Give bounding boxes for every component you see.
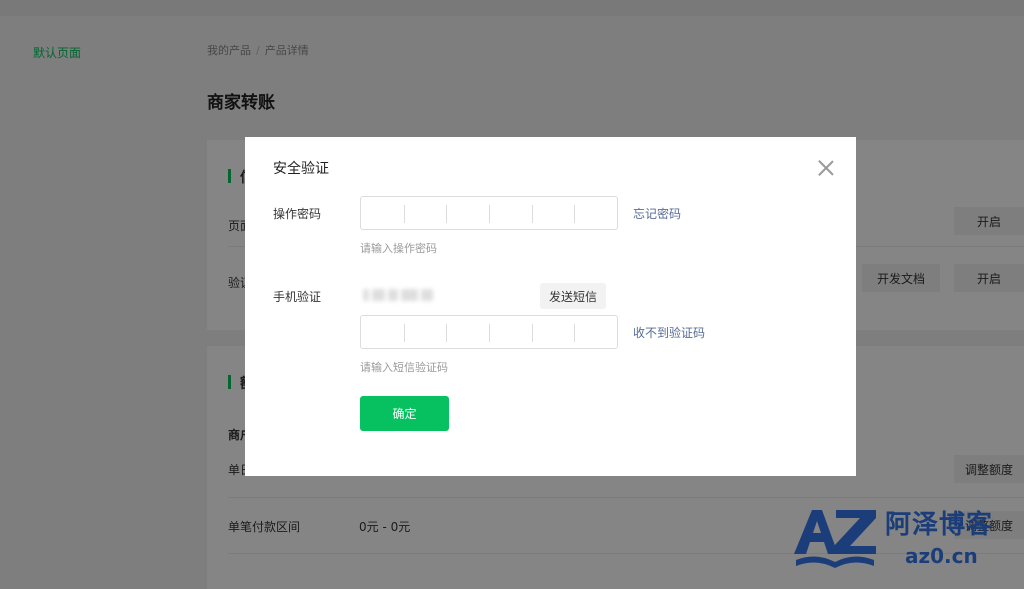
masked-phone-number: [363, 286, 433, 304]
sms-digit[interactable]: [574, 316, 617, 348]
password-digit[interactable]: [403, 197, 447, 229]
password-digit[interactable]: [489, 197, 532, 229]
sms-digit[interactable]: [531, 316, 575, 348]
password-digit[interactable]: [574, 197, 617, 229]
close-icon[interactable]: [815, 157, 837, 179]
sms-digit[interactable]: [361, 316, 404, 348]
forgot-password-link[interactable]: 忘记密码: [633, 205, 681, 222]
confirm-button[interactable]: 确定: [360, 396, 449, 431]
sms-digit[interactable]: [446, 316, 489, 348]
sms-hint: 请输入短信验证码: [360, 361, 448, 374]
no-code-received-link[interactable]: 收不到验证码: [633, 324, 705, 341]
az-logo-icon: [794, 510, 876, 568]
password-hint: 请输入操作密码: [360, 242, 437, 255]
sms-digit[interactable]: [489, 316, 532, 348]
security-verification-dialog: 安全验证 操作密码 忘记密码 请输入操作密码 手机验证 发送短信 收不到验证码 …: [245, 137, 856, 476]
send-sms-button[interactable]: 发送短信: [540, 283, 606, 309]
password-digit[interactable]: [531, 197, 575, 229]
password-digit[interactable]: [361, 197, 404, 229]
password-digit[interactable]: [446, 197, 489, 229]
password-code-input[interactable]: [360, 196, 618, 230]
watermark-domain: az0.cn: [905, 544, 978, 568]
sms-digit[interactable]: [403, 316, 447, 348]
password-label: 操作密码: [273, 207, 322, 221]
phone-verify-label: 手机验证: [273, 290, 322, 304]
watermark-name: 阿泽博客: [885, 510, 994, 540]
watermark-logo: 阿泽博客 az0.cn: [790, 500, 1024, 585]
dialog-title: 安全验证: [273, 161, 329, 177]
sms-code-input[interactable]: [360, 315, 618, 349]
